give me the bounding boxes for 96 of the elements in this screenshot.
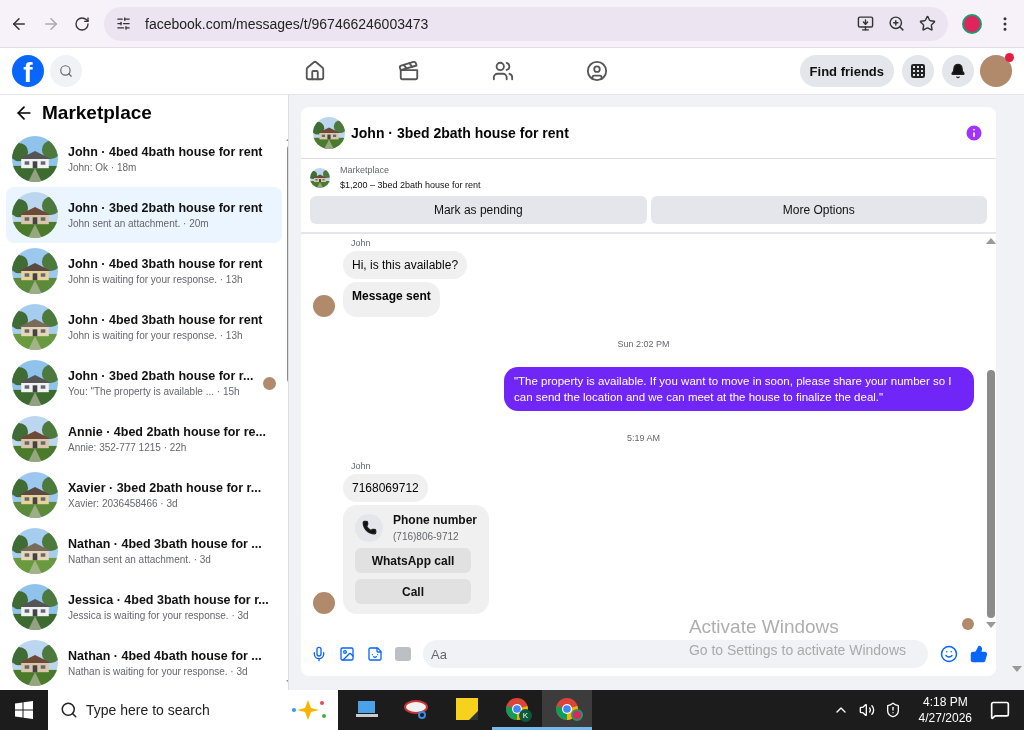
conversation-item[interactable]: John · 4bed 3bath house for rent John is waiting for your response. · 13h	[6, 299, 283, 355]
profile-badge	[571, 709, 583, 721]
conversation-item[interactable]: John · 3bed 2bath house for rent John sent an attachment. · 20m	[6, 187, 283, 243]
address-bar[interactable]: facebook.com/messages/t/967466246003473	[104, 6, 948, 41]
conversation-title: John · 3bed 2bath house for r...	[68, 369, 254, 383]
conversation-preview: John sent an attachment. · 20m	[68, 218, 210, 229]
conversation-preview: John is waiting for your response. · 13h	[68, 274, 244, 285]
contact-title: Phone number	[393, 513, 477, 527]
avatar	[313, 592, 335, 614]
call-button[interactable]: Call	[355, 579, 471, 604]
friends-icon[interactable]	[491, 60, 514, 82]
profile-icon[interactable]	[962, 13, 982, 34]
call-button[interactable]: WhatsApp call	[355, 548, 471, 573]
notifications-button[interactable]	[942, 55, 974, 87]
scissors-icon[interactable]	[404, 697, 430, 720]
logo[interactable]: f	[12, 55, 44, 87]
conversation-title: Xavier · 3bed 2bath house for r...	[68, 481, 263, 495]
sticker-icon[interactable]	[367, 646, 383, 662]
phone-number: (716)806-9712	[393, 531, 460, 542]
search-icon	[60, 701, 78, 719]
search-icon[interactable]	[59, 64, 73, 78]
watermark-text: Go to Settings to activate Windows	[688, 642, 906, 658]
conversation-preview: You: "The property is available ... · 15h	[68, 386, 241, 397]
conversation-preview: Xavier: 2036458466 · 3d	[68, 498, 179, 509]
profile-badge: K	[519, 709, 532, 722]
sender-name: John	[350, 461, 372, 471]
clock[interactable]: 4:18 PM 4/27/2026	[910, 695, 980, 725]
windows-icon[interactable]	[15, 701, 33, 719]
apps-button[interactable]	[902, 55, 934, 87]
site-settings-icon[interactable]	[116, 16, 131, 31]
conversation-preview: Jessica is waiting for your response. · 3d	[68, 610, 250, 621]
message-bubble: Hi, is this available?	[343, 251, 468, 279]
conversation-title: Annie · 4bed 2bath house for re...	[68, 425, 267, 439]
conversation-preview: Annie: 352-777 1215 · 22h	[68, 442, 188, 453]
listing-button[interactable]: More Options	[650, 196, 987, 224]
avatar	[313, 295, 335, 317]
conversation-preview: John is waiting for your response. · 13h	[68, 330, 244, 341]
notifications-icon[interactable]	[990, 700, 1010, 720]
conversation-title: John · 4bed 3bath house for rent	[68, 257, 264, 271]
conversation-item[interactable]: Nathan · 4bed 3bath house for ... Nathan sent an attachment. · 3d	[6, 523, 283, 579]
video-icon[interactable]	[397, 60, 420, 82]
search-placeholder: Type here to search	[86, 702, 210, 718]
search-field[interactable]: Type here to search	[48, 690, 338, 730]
conversation-preview: John: Ok · 18m	[68, 162, 138, 173]
install-icon[interactable]	[857, 15, 874, 32]
message-bubble: 7168069712	[343, 474, 428, 502]
conversation-title: John · 3bed 2bath house for rent	[68, 201, 264, 215]
conversation-title: John · 4bed 4bath house for rent	[68, 145, 264, 159]
clock-date: 4/27/2026	[918, 711, 972, 725]
image-icon[interactable]	[339, 646, 355, 662]
listing-summary: $1,200 – 3bed 2bath house for rent	[340, 180, 481, 190]
sender-name: John	[350, 238, 372, 248]
conversation-item[interactable]: Annie · 4bed 2bath house for re... Annie: 352-777 1215 · 22h	[6, 411, 283, 467]
conversation-preview: Nathan is waiting for your response. · 3d	[68, 666, 249, 677]
search-button[interactable]	[50, 55, 82, 87]
taskbar-app[interactable]	[542, 690, 592, 730]
conversation-item[interactable]: John · 3bed 2bath house for r... You: "The property is available ... · 15h	[6, 355, 283, 411]
panel-title: Marketplace	[42, 102, 152, 124]
conversation-item[interactable]: Jessica · 4bed 3bath house for r... Jessica is waiting for your response. · 3d	[6, 579, 283, 635]
phone-icon	[361, 520, 377, 535]
conversation-item[interactable]: Nathan · 4bed 4bath house for ... Nathan is waiting for your response. · 3d	[6, 635, 283, 690]
conversation-item[interactable]: John · 4bed 4bath house for rent John: Ok · 18m	[6, 131, 283, 187]
listing-label: Marketplace	[340, 165, 391, 175]
conversation-title: John · 4bed 3bath house for rent	[68, 313, 264, 327]
conversation-title: Nathan · 4bed 3bath house for ...	[68, 537, 263, 551]
volume-icon[interactable]	[858, 702, 875, 718]
watermark-title: Activate Windows	[688, 616, 840, 638]
reload-icon[interactable]	[74, 15, 90, 32]
conversation-title: Jessica · 4bed 3bath house for r...	[68, 593, 270, 607]
microphone-icon[interactable]	[311, 646, 327, 662]
groups-icon[interactable]	[585, 60, 608, 82]
sent-message: "The property is available. If you want to move in soon, please share your number so I can send the location and we can meet at the house to finalize the deal."	[504, 367, 974, 411]
conversation-title: Nathan · 4bed 4bath house for ...	[68, 649, 263, 663]
sticky-note-icon[interactable]	[456, 697, 478, 720]
conversation-item[interactable]: Xavier · 3bed 2bath house for r... Xavier: 2036458466 · 3d	[6, 467, 283, 523]
zoom-icon[interactable]	[888, 15, 905, 32]
chat-title: John · 3bed 2bath house for rent	[351, 124, 570, 141]
clock-time: 4:18 PM	[922, 695, 968, 709]
find-friends-button[interactable]: Find friends	[799, 55, 894, 87]
star-icon[interactable]	[919, 15, 936, 32]
timestamp: Sun 2:02 PM	[617, 339, 670, 349]
emoji-icon[interactable]	[940, 645, 958, 663]
conversation-item[interactable]: John · 4bed 3bath house for rent John is waiting for your response. · 13h	[6, 243, 283, 299]
security-icon[interactable]	[884, 702, 901, 718]
info-icon[interactable]	[964, 122, 984, 143]
grid-icon[interactable]	[910, 63, 926, 79]
timestamp: 5:19 AM	[627, 433, 660, 443]
message-bubble: Message sent	[343, 282, 440, 317]
conversation-preview: Nathan sent an attachment. · 3d	[68, 554, 212, 565]
avatar[interactable]	[980, 55, 1012, 87]
home-icon[interactable]	[303, 60, 326, 82]
url-text: facebook.com/messages/t/967466246003473	[145, 15, 430, 32]
scroll-down-arrow[interactable]	[1012, 666, 1022, 672]
bell-icon[interactable]	[950, 63, 966, 79]
like-icon[interactable]	[970, 645, 988, 663]
listing-button[interactable]: Mark as pending	[310, 196, 647, 224]
